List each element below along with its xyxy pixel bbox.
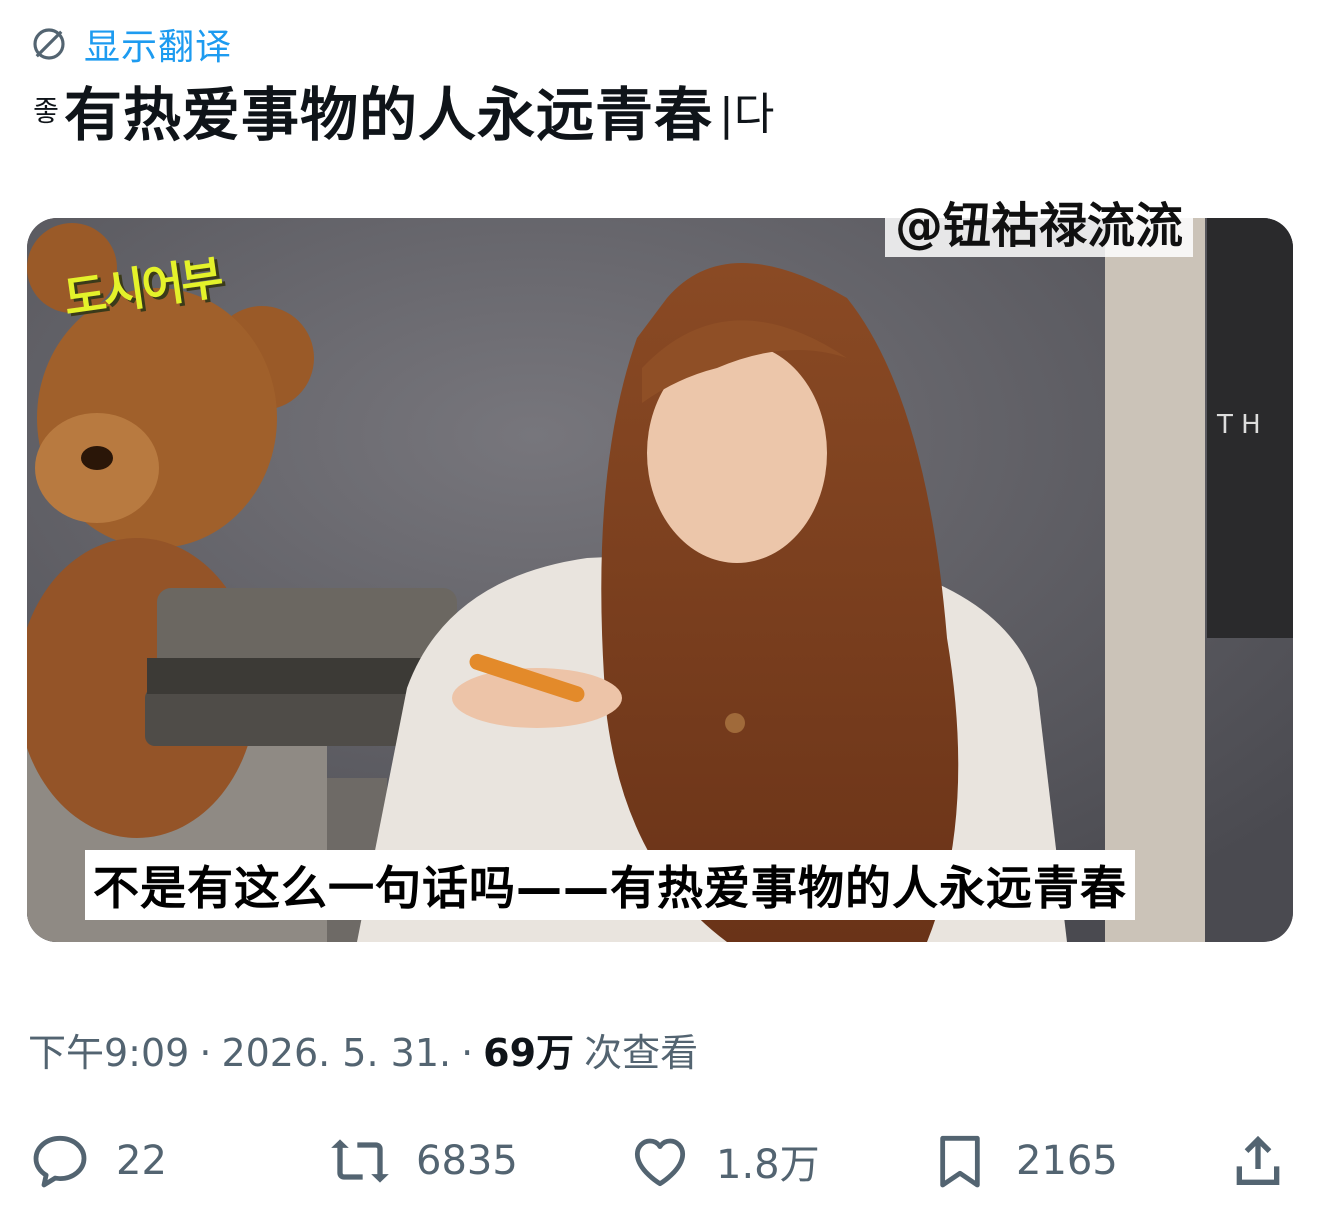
repost-button[interactable]: 6835 [328, 1118, 518, 1204]
reply-icon [33, 1135, 87, 1188]
media-image[interactable]: T H 도시어부 不是有这么一句话吗——有热爱事物的人永远青春 [27, 218, 1293, 942]
repost-icon [331, 1139, 389, 1183]
reply-count: 22 [116, 1138, 167, 1184]
globe-slash-icon [33, 28, 65, 60]
translate-row[interactable]: 显示翻译 [28, 18, 232, 70]
post-text-main: 有热爱事物的人永远青春 [64, 81, 714, 149]
view-count: 69万 [483, 1031, 575, 1075]
share-icon [1236, 1135, 1280, 1185]
right-pillar [1105, 218, 1205, 942]
svg-text:T H: T H [1216, 410, 1261, 440]
reply-button[interactable]: 22 [28, 1118, 167, 1204]
bookmark-count: 2165 [1016, 1138, 1118, 1184]
post-meta: 下午9:09 · 2026. 5. 31. · 69万 次查看 [28, 1022, 698, 1077]
repost-count: 6835 [416, 1138, 518, 1184]
bookmark-button[interactable]: 2165 [928, 1118, 1118, 1204]
like-count: 1.8万 [716, 1142, 820, 1188]
post-text: 좋 有热爱事物的人永远青春 |다 [28, 70, 775, 150]
video-still: T H [27, 218, 1293, 942]
image-watermark: @钮祜禄流流 [885, 196, 1194, 257]
heart-icon [634, 1138, 686, 1187]
post-text-suffix: |다 [719, 89, 775, 140]
share-button[interactable] [1226, 1118, 1290, 1204]
video-subtitle: 不是有这么一句话吗——有热爱事物的人永远青春 [85, 850, 1135, 920]
post-detail: 显示翻译 좋 有热爱事物的人永远青春 |다 T H 도시어부 不是有这么一句话吗… [0, 0, 1320, 1232]
post-time[interactable]: 下午9:09 [28, 1022, 189, 1077]
view-label: 次查看 [584, 1031, 699, 1075]
bookmark-icon [940, 1135, 980, 1188]
like-button[interactable]: 1.8万 [628, 1118, 820, 1204]
meta-separator: · [199, 1031, 212, 1075]
meta-separator: · [461, 1031, 474, 1075]
translate-link[interactable]: 显示翻译 [84, 18, 232, 70]
post-date[interactable]: 2026. 5. 31. [221, 1031, 451, 1075]
action-bar: 22 6835 1.8万 2165 [0, 1118, 1320, 1204]
post-text-prefix: 좋 [28, 96, 61, 124]
